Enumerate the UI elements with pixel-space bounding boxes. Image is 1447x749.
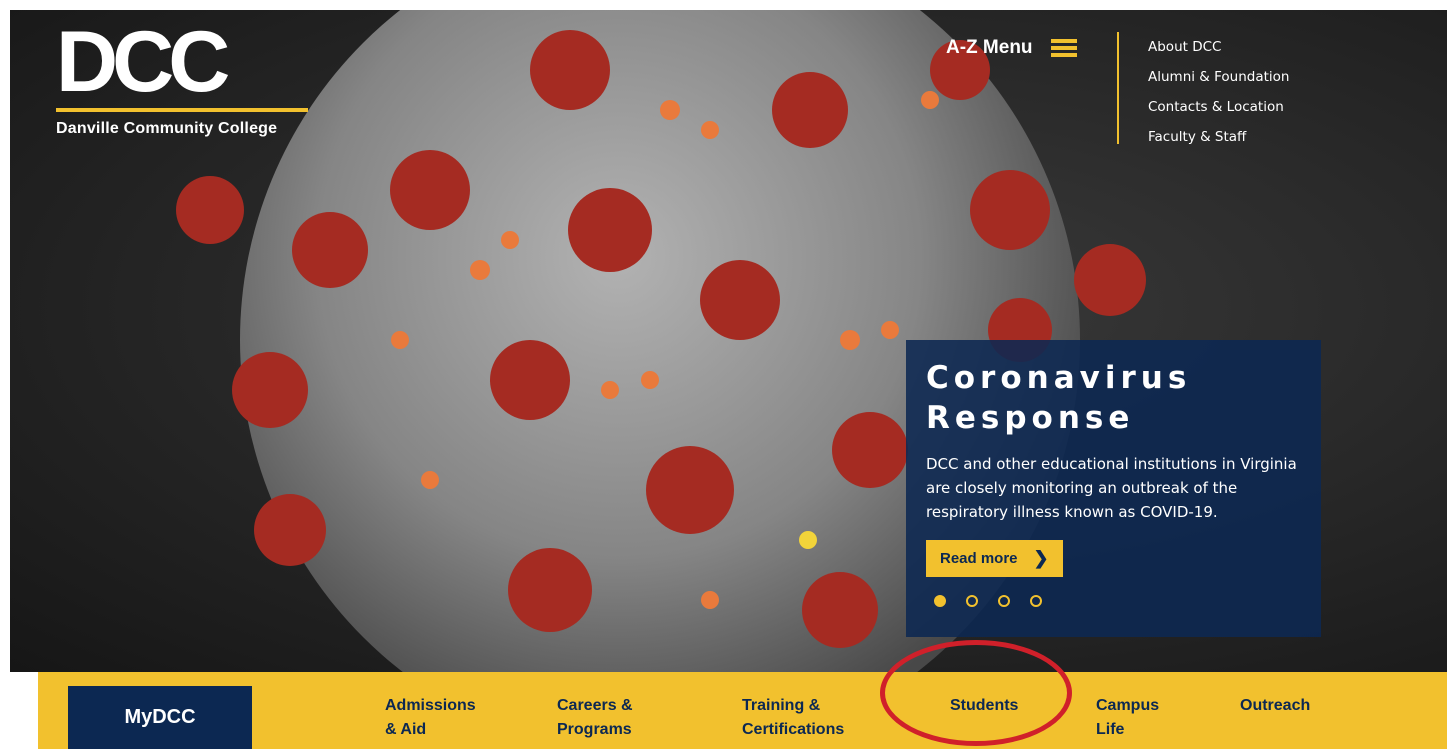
nav-careers-programs[interactable]: Careers & Programs	[557, 694, 633, 742]
hero-banner: DCC Danville Community College A-Z Menu …	[10, 10, 1447, 672]
az-menu-label: A-Z Menu	[946, 37, 1033, 58]
nav-label-line2: Certifications	[742, 721, 845, 738]
slide-dot-4[interactable]	[1030, 595, 1042, 607]
nav-students[interactable]: Students	[950, 694, 1018, 718]
slide-indicators	[934, 595, 1301, 607]
nav-label-line1: Outreach	[1240, 697, 1311, 714]
promo-title-line1: Coronavirus	[926, 360, 1192, 396]
promo-text: DCC and other educational institutions i…	[926, 455, 1297, 521]
logo-college-name: Danville Community College	[56, 120, 278, 137]
slide-dot-1[interactable]	[934, 595, 946, 607]
logo-mark: DCC	[56, 14, 230, 110]
nav-label-line2: & Aid	[385, 721, 427, 738]
mydcc-button[interactable]: MyDCC	[68, 686, 252, 749]
hamburger-icon	[1050, 36, 1077, 60]
promo-title-line2: Response	[926, 400, 1135, 436]
nav-label-line2: Life	[1096, 721, 1125, 738]
nav-campus-life[interactable]: Campus Life	[1096, 694, 1159, 742]
nav-label-line1: Admissions	[385, 697, 476, 714]
link-faculty-staff[interactable]: Faculty & Staff	[1148, 122, 1289, 152]
az-menu-button[interactable]: A-Z Menu	[946, 36, 1077, 60]
nav-admissions-aid[interactable]: Admissions & Aid	[385, 694, 476, 742]
nav-label-line1: Students	[950, 697, 1019, 714]
slide-dot-2[interactable]	[966, 595, 978, 607]
nav-label-line1: Campus	[1096, 697, 1160, 714]
read-more-button[interactable]: Read more ❯	[926, 540, 1063, 577]
chevron-right-icon: ❯	[1033, 548, 1049, 568]
slide-dot-3[interactable]	[998, 595, 1010, 607]
main-nav: MyDCC Admissions & Aid Careers & Program…	[38, 672, 1447, 749]
header-divider	[1117, 32, 1119, 144]
read-more-label: Read more	[940, 550, 1018, 567]
utility-links: About DCC Alumni & Foundation Contacts &…	[1148, 32, 1289, 152]
link-about-dcc[interactable]: About DCC	[1148, 32, 1289, 62]
promo-panel: Coronavirus Response DCC and other educa…	[906, 340, 1321, 637]
link-alumni-foundation[interactable]: Alumni & Foundation	[1148, 62, 1289, 92]
nav-label-line1: Careers &	[557, 697, 633, 714]
nav-training-certifications[interactable]: Training & Certifications	[742, 694, 844, 742]
nav-label-line2: Programs	[557, 721, 632, 738]
nav-label-line1: Training &	[742, 697, 821, 714]
link-contacts-location[interactable]: Contacts & Location	[1148, 92, 1289, 122]
dcc-logo[interactable]: DCC Danville Community College	[56, 14, 308, 138]
nav-outreach[interactable]: Outreach	[1240, 694, 1310, 718]
promo-title: Coronavirus Response	[926, 358, 1301, 438]
